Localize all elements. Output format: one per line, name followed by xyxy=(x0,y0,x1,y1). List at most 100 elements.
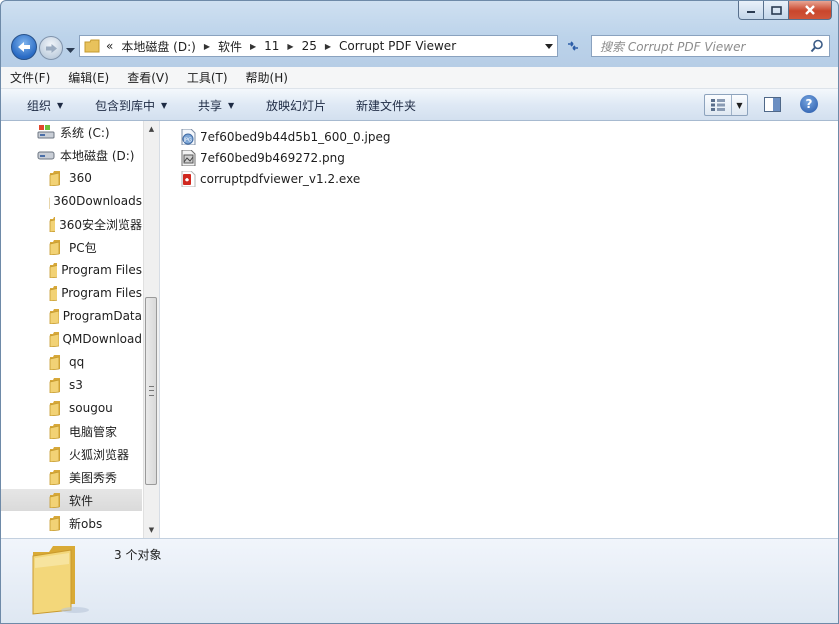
breadcrumb-current[interactable]: Corrupt PDF Viewer xyxy=(339,39,456,53)
tree-item-360[interactable]: 360 xyxy=(1,167,142,189)
tree-item-pc-pkg[interactable]: PC包 xyxy=(1,236,142,258)
menu-view[interactable]: 查看(V) xyxy=(118,69,178,86)
search-box[interactable]: 搜索 Corrupt PDF Viewer xyxy=(591,35,830,57)
tree-item-label: 火狐浏览器 xyxy=(69,447,130,462)
tree-item-pc-manager[interactable]: 电脑管家 xyxy=(1,420,142,442)
help-button[interactable]: ? xyxy=(800,95,818,113)
file-list: JPG 7ef60bed9b44d5b1_600_0.jpeg 7ef60bed… xyxy=(160,121,838,538)
folder-icon xyxy=(49,516,60,531)
address-history-dropdown[interactable] xyxy=(541,36,557,56)
tree-item-qmdownload[interactable]: QMDownload xyxy=(1,328,142,350)
tree-scrollbar[interactable]: ▲ ▼ xyxy=(143,121,159,538)
command-bar: 组织 ▼ 包含到库中 ▼ 共享 ▼ 放映幻灯片 新建文件夹 ▼ ? xyxy=(1,89,838,121)
tree-item-label: 电脑管家 xyxy=(69,424,118,439)
slideshow-label: 放映幻灯片 xyxy=(266,99,327,113)
folder-icon xyxy=(49,470,60,485)
tree-item-label: 360Downloads xyxy=(53,194,142,208)
folder-icon xyxy=(49,332,59,347)
drive-icon xyxy=(37,151,55,160)
menu-tools[interactable]: 工具(T) xyxy=(178,69,237,86)
change-view-button[interactable]: ▼ xyxy=(704,94,748,116)
menu-bar: 文件(F) 编辑(E) 查看(V) 工具(T) 帮助(H) xyxy=(1,67,838,89)
tree-item-360-browser[interactable]: 360安全浏览器 xyxy=(1,213,142,235)
slideshow-button[interactable]: 放映幻灯片 xyxy=(266,97,326,114)
tree-item-software[interactable]: 软件 xyxy=(1,489,142,511)
forward-button[interactable] xyxy=(39,36,63,60)
file-item[interactable]: corruptpdfviewer_v1.2.exe xyxy=(180,169,360,189)
item-count: 3 个对象 xyxy=(114,548,162,562)
folder-icon xyxy=(49,355,60,370)
chevron-down-icon: ▼ xyxy=(57,101,64,110)
system-drive-icon xyxy=(37,125,55,139)
tree-item-c-drive[interactable]: 系统 (C:) xyxy=(1,121,142,143)
folder-icon xyxy=(49,378,60,393)
file-name: corruptpdfviewer_v1.2.exe xyxy=(200,172,361,186)
include-in-library-button[interactable]: 包含到库中 ▼ xyxy=(95,97,167,114)
tree-item-new-obs[interactable]: 新obs xyxy=(1,512,142,534)
breadcrumb-drive[interactable]: 本地磁盘 (D:) xyxy=(121,38,195,55)
file-item[interactable]: JPG 7ef60bed9b44d5b1_600_0.jpeg xyxy=(180,127,390,147)
png-file-icon xyxy=(181,150,196,166)
tree-item-meitu[interactable]: 美图秀秀 xyxy=(1,466,142,488)
breadcrumb-separator-icon[interactable]: ▶ xyxy=(204,42,210,51)
share-button[interactable]: 共享 ▼ xyxy=(198,97,234,114)
search-icon[interactable] xyxy=(810,39,824,53)
menu-help[interactable]: 帮助(H) xyxy=(237,69,297,86)
breadcrumb-software[interactable]: 软件 xyxy=(218,38,242,55)
search-input[interactable]: 搜索 Corrupt PDF Viewer xyxy=(600,38,745,55)
breadcrumb-separator-icon[interactable]: ▶ xyxy=(250,42,256,51)
preview-pane-button[interactable] xyxy=(764,97,781,115)
help-icon: ? xyxy=(805,97,813,111)
view-options-icon[interactable] xyxy=(705,95,732,115)
scroll-thumb[interactable] xyxy=(145,297,157,485)
breadcrumb-separator-icon[interactable]: ▶ xyxy=(325,42,331,51)
tree-item-program-files[interactable]: Program Files xyxy=(1,259,142,281)
menu-file[interactable]: 文件(F) xyxy=(1,69,59,86)
close-button[interactable] xyxy=(789,1,832,20)
maximize-button[interactable] xyxy=(764,1,789,20)
tree-item-label: 美图秀秀 xyxy=(69,470,118,485)
tree-item-d-drive[interactable]: 本地磁盘 (D:) xyxy=(1,144,142,166)
tree-item-sougou[interactable]: sougou xyxy=(1,397,142,419)
grip-icon xyxy=(149,386,154,396)
breadcrumb-separator-icon[interactable]: ▶ xyxy=(287,42,293,51)
folder-icon xyxy=(49,493,60,508)
preview-pane-icon xyxy=(764,97,781,112)
address-overflow[interactable]: « xyxy=(106,39,113,53)
organize-button[interactable]: 组织 ▼ xyxy=(27,97,63,114)
breadcrumb-25[interactable]: 25 xyxy=(302,39,317,53)
folder-icon xyxy=(49,401,60,416)
scroll-down-icon[interactable]: ▼ xyxy=(144,522,159,538)
chevron-down-icon: ▼ xyxy=(228,101,235,110)
new-folder-label: 新建文件夹 xyxy=(356,99,417,113)
details-pane: 3 个对象 xyxy=(1,538,838,623)
scroll-up-icon[interactable]: ▲ xyxy=(144,121,159,137)
tree-item-firefox[interactable]: 火狐浏览器 xyxy=(1,443,142,465)
address-bar[interactable]: « 本地磁盘 (D:) ▶ 软件 ▶ 11 ▶ 25 ▶ Corrupt PDF… xyxy=(79,35,558,57)
menu-edit[interactable]: 编辑(E) xyxy=(59,69,118,86)
chevron-down-icon[interactable]: ▼ xyxy=(732,95,747,115)
refresh-button[interactable] xyxy=(561,35,585,57)
new-folder-button[interactable]: 新建文件夹 xyxy=(356,97,416,114)
tree-item-label: 360安全浏览器 xyxy=(59,217,142,232)
folder-icon xyxy=(49,171,60,186)
tree-item-program-files-x86[interactable]: Program Files xyxy=(1,282,142,304)
folder-icon xyxy=(49,217,56,232)
tree-item-label: 本地磁盘 (D:) xyxy=(60,148,135,163)
tree-item-label: 新obs xyxy=(69,516,103,531)
tree-item-programdata[interactable]: ProgramData xyxy=(1,305,142,327)
tree-item-360downloads[interactable]: 360Downloads xyxy=(1,190,142,212)
folder-icon xyxy=(49,240,60,255)
tree-item-qq[interactable]: qq xyxy=(1,351,142,373)
minimize-button[interactable] xyxy=(738,1,764,20)
breadcrumb-11[interactable]: 11 xyxy=(264,39,279,53)
close-icon xyxy=(805,5,815,15)
folder-icon xyxy=(49,424,60,439)
chevron-down-icon xyxy=(66,48,75,53)
folder-icon xyxy=(49,447,60,462)
file-name: 7ef60bed9b44d5b1_600_0.jpeg xyxy=(200,130,391,144)
tree-item-s3[interactable]: s3 xyxy=(1,374,142,396)
file-item[interactable]: 7ef60bed9b469272.png xyxy=(180,148,345,168)
recent-pages-dropdown[interactable] xyxy=(66,43,75,57)
back-button[interactable] xyxy=(11,34,37,60)
